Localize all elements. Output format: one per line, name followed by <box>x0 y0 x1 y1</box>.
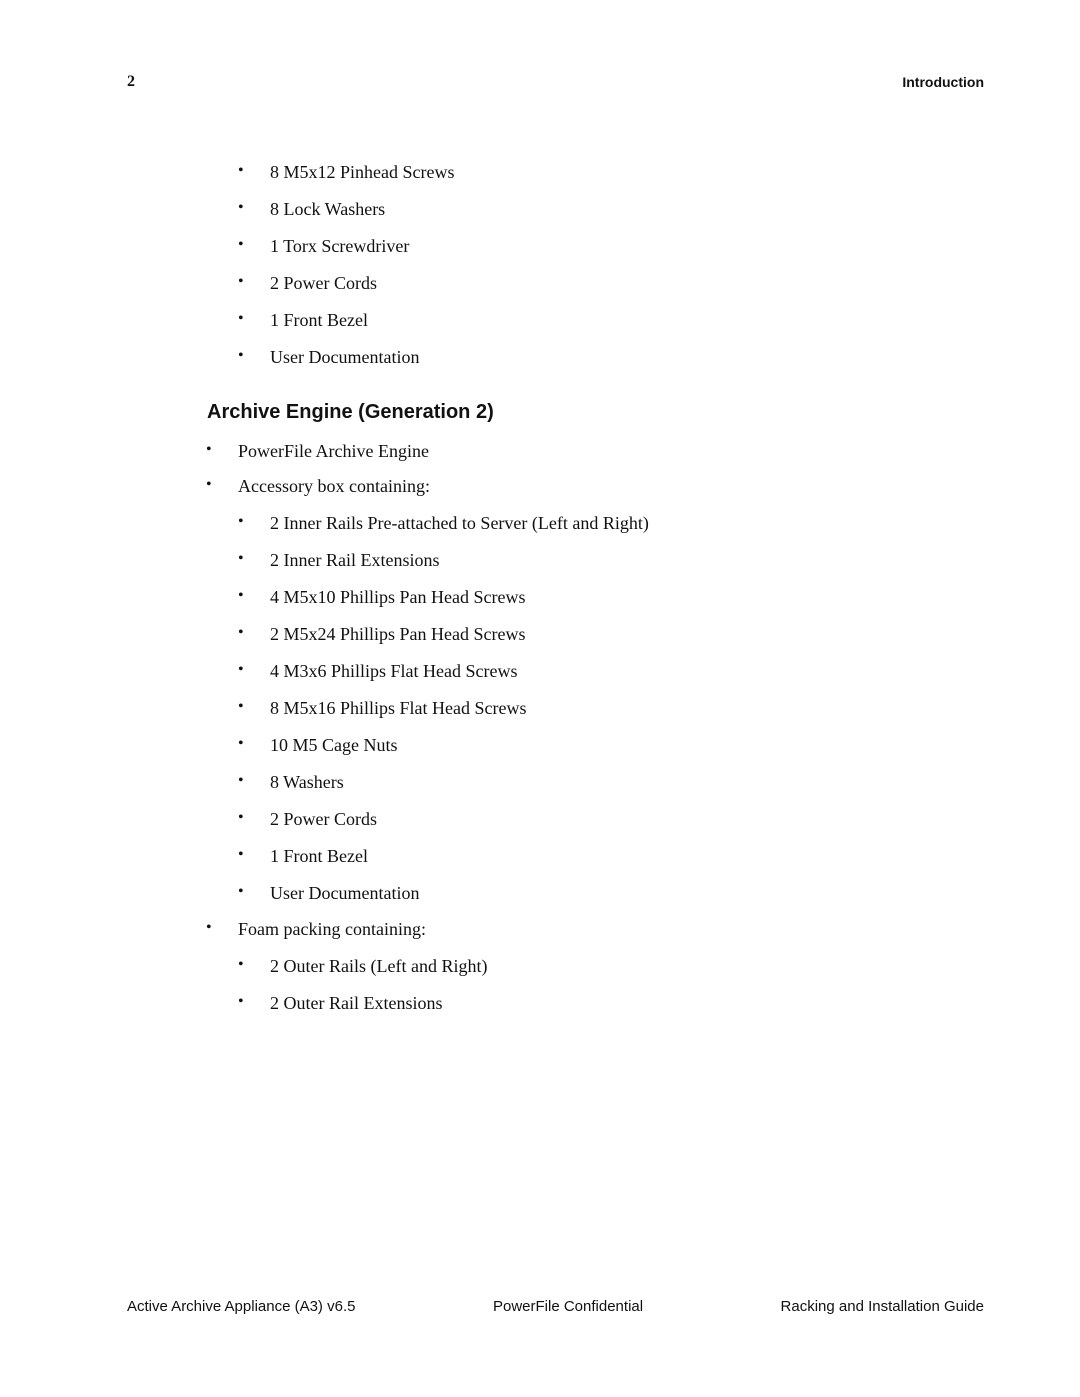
bullet-icon: • <box>206 476 212 493</box>
bullet-icon: • <box>238 956 244 973</box>
footer-product: Active Archive Appliance (A3) v6.5 <box>127 1298 356 1315</box>
footer-confidential: PowerFile Confidential <box>493 1298 644 1315</box>
bullet-icon: • <box>238 735 244 752</box>
running-head: Introduction <box>902 74 984 90</box>
bullet-icon: • <box>238 587 244 604</box>
bullet-icon: • <box>238 772 244 789</box>
bullet-icon: • <box>238 698 244 715</box>
bullet-icon: • <box>238 199 244 216</box>
bullet-icon: • <box>238 809 244 826</box>
bullet-icon: • <box>238 273 244 290</box>
bullet-icon: • <box>238 236 244 253</box>
page-number: 2 <box>127 73 135 90</box>
bullet-icon: • <box>238 661 244 678</box>
bullet-icon: • <box>238 846 244 863</box>
bullet-icon: • <box>238 550 244 567</box>
bullet-icon: • <box>238 993 244 1010</box>
bullet-icon: • <box>238 162 244 179</box>
footer-guide-title: Racking and Installation Guide <box>780 1298 984 1315</box>
bullet-icon: • <box>238 513 244 530</box>
section-heading: Archive Engine (Generation 2) <box>207 401 494 423</box>
bullet-icon: • <box>238 883 244 900</box>
bullet-icon: • <box>206 441 212 458</box>
bullet-icon: • <box>238 624 244 641</box>
bullet-icon: • <box>206 919 212 936</box>
bullet-icon: • <box>238 347 244 364</box>
bullet-icon: • <box>238 310 244 327</box>
